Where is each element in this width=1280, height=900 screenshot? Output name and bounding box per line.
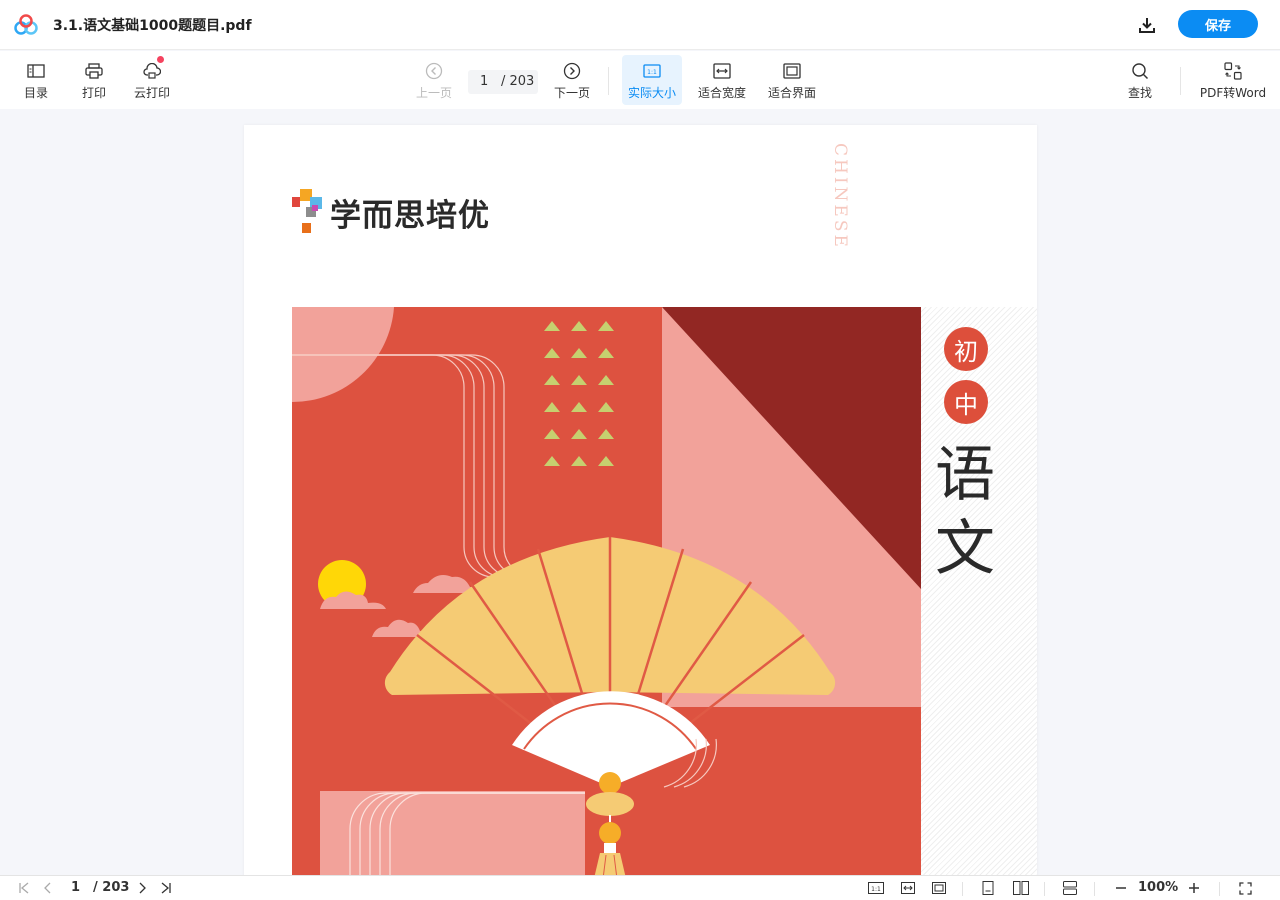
- cover-grade-char-1: 初: [944, 327, 988, 371]
- actual-size-button[interactable]: 1:1 实际大小: [622, 55, 682, 105]
- pdf-to-word-label: PDF转Word: [1199, 85, 1267, 100]
- toc-button[interactable]: 目录: [20, 55, 52, 105]
- brand-name: 学而思培优: [330, 197, 490, 234]
- status-divider: [1219, 882, 1220, 896]
- zoom-in-button[interactable]: [1185, 879, 1203, 897]
- chevron-right-circle-icon: [563, 62, 581, 79]
- status-current-page[interactable]: 1: [71, 880, 80, 895]
- print-label: 打印: [81, 85, 106, 100]
- pdf-to-word-button[interactable]: PDF转Word: [1198, 55, 1268, 105]
- zoom-out-button[interactable]: [1112, 879, 1130, 897]
- plus-icon: [1189, 883, 1199, 893]
- cover-english-title: CHINESE: [830, 143, 850, 250]
- toc-icon: [27, 63, 45, 78]
- cover-subject-char-2: 文: [935, 514, 995, 584]
- double-page-view-button[interactable]: [1010, 879, 1032, 897]
- cover-side-panel: 初 中 语 文: [921, 307, 1037, 875]
- single-page-view-button[interactable]: [978, 879, 998, 897]
- fit-width-icon: [713, 62, 731, 79]
- cloud-print-label: 云打印: [133, 85, 170, 100]
- chevron-left-circle-icon: [425, 62, 443, 79]
- continuous-scroll-button[interactable]: [1060, 879, 1080, 897]
- cloud-print-icon: [143, 62, 161, 79]
- find-label: 查找: [1127, 85, 1152, 100]
- download-icon: [1139, 18, 1155, 33]
- toolbar: 目录 打印 云打印 上一页 1 / 203 下一页 1:1 实际大小 适合宽度 …: [0, 51, 1280, 109]
- minus-icon: [1116, 887, 1126, 889]
- fit-screen-button[interactable]: 适合界面: [766, 55, 818, 105]
- fullscreen-button[interactable]: [1236, 879, 1254, 897]
- download-button[interactable]: [1135, 13, 1159, 37]
- last-page-icon: [161, 882, 171, 894]
- prev-page-label: 上一页: [415, 85, 452, 100]
- actual-size-icon: 1:1: [643, 63, 661, 78]
- double-page-icon: [1013, 881, 1029, 895]
- next-page-label: 下一页: [553, 85, 590, 100]
- brand-logo: 学而思培优: [292, 189, 490, 235]
- zoom-level[interactable]: 100%: [1138, 880, 1178, 895]
- last-page-button[interactable]: [158, 879, 174, 897]
- page-number-input[interactable]: 1 / 203: [468, 70, 538, 94]
- toc-label: 目录: [23, 85, 48, 100]
- first-page-button[interactable]: [16, 879, 32, 897]
- toolbar-divider: [1180, 67, 1181, 95]
- notification-dot: [157, 55, 164, 63]
- fit-width-small-icon: [901, 882, 915, 894]
- chevron-right-icon: [139, 882, 146, 894]
- fit-width-button[interactable]: 适合宽度: [696, 55, 748, 105]
- status-divider: [1044, 882, 1045, 896]
- prev-page-button[interactable]: 上一页: [414, 55, 454, 105]
- status-bar: 1 / 203 1:1 100%: [0, 875, 1280, 900]
- xueersi-logo-icon: [292, 189, 322, 233]
- convert-icon: [1224, 61, 1242, 80]
- print-button[interactable]: 打印: [78, 55, 110, 105]
- document-title: 3.1.语文基础1000题题目.pdf: [53, 18, 252, 34]
- single-page-icon: [982, 881, 994, 895]
- first-page-icon: [19, 882, 29, 894]
- actual-size-small-icon: 1:1: [868, 882, 884, 894]
- toolbar-divider: [608, 67, 609, 95]
- baidu-netdisk-logo-icon: [14, 14, 38, 35]
- cover-subject-char-1: 语: [935, 440, 995, 510]
- svg-text:1:1: 1:1: [647, 69, 657, 76]
- fullscreen-icon: [1238, 881, 1252, 895]
- next-page-button[interactable]: 下一页: [552, 55, 592, 105]
- document-viewer[interactable]: 学而思培优 2020 CHINESE 初 中 语 文: [0, 109, 1280, 875]
- actual-size-label: 实际大小: [627, 85, 676, 100]
- current-page: 1: [480, 74, 489, 89]
- printer-icon: [85, 62, 103, 79]
- search-icon: [1132, 62, 1149, 79]
- title-bar: 3.1.语文基础1000题题目.pdf 保存: [0, 0, 1280, 50]
- status-fit-width-button[interactable]: [898, 879, 918, 897]
- find-button[interactable]: 查找: [1126, 55, 1154, 105]
- fit-screen-icon: [783, 62, 801, 79]
- next-page-small-button[interactable]: [134, 879, 150, 897]
- cloud-print-button[interactable]: 云打印: [132, 55, 172, 105]
- chevron-left-icon: [44, 882, 51, 894]
- fit-screen-small-icon: [932, 882, 946, 894]
- pdf-page: 学而思培优 2020 CHINESE 初 中 语 文: [244, 125, 1037, 875]
- status-divider: [1094, 882, 1095, 896]
- continuous-scroll-icon: [1063, 881, 1077, 895]
- svg-text:1:1: 1:1: [871, 886, 881, 893]
- fit-screen-label: 适合界面: [767, 85, 816, 100]
- status-divider: [962, 882, 963, 896]
- cover-grade-char-2: 中: [944, 380, 988, 424]
- total-pages: / 203: [501, 74, 535, 89]
- save-button[interactable]: 保存: [1178, 10, 1258, 38]
- fit-width-label: 适合宽度: [697, 85, 746, 100]
- status-total-pages: / 203: [93, 880, 130, 895]
- status-fit-screen-button[interactable]: [929, 879, 949, 897]
- status-actual-size-button[interactable]: 1:1: [866, 879, 886, 897]
- prev-page-small-button[interactable]: [40, 879, 56, 897]
